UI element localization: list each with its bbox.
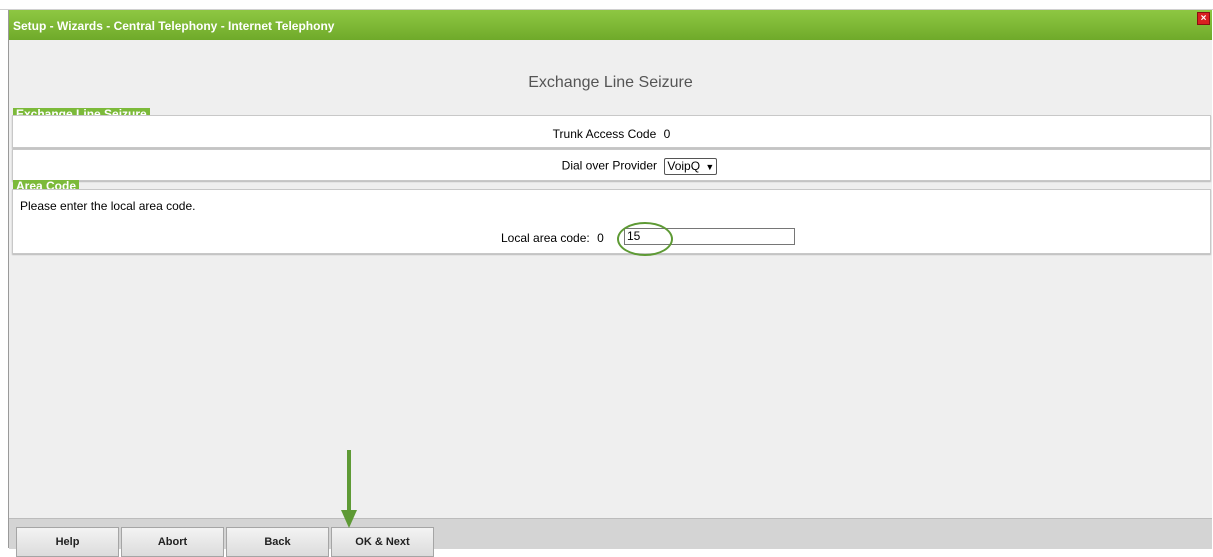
provider-row: Dial over Provider VoipQ ▼ [12, 149, 1211, 181]
trunk-access-row: Trunk Access Code 0 [12, 115, 1211, 148]
trunk-access-value: 0 [663, 127, 671, 141]
area-code-instruction: Please enter the local area code. [20, 199, 196, 213]
trunk-access-label: Trunk Access Code [552, 127, 657, 141]
wizard-window: Setup - Wizards - Central Telephony - In… [8, 10, 1212, 557]
annotation-highlight-ring [617, 222, 673, 256]
help-button[interactable]: Help [16, 527, 119, 557]
area-code-panel: Please enter the local area code. Local … [12, 189, 1211, 256]
provider-select[interactable]: VoipQ ▼ [664, 158, 718, 175]
button-bar: Help Abort Back OK & Next [9, 518, 1212, 557]
back-button[interactable]: Back [226, 527, 329, 557]
provider-selected-value: VoipQ [667, 159, 701, 173]
title-bar: Setup - Wizards - Central Telephony - In… [9, 10, 1212, 40]
provider-label: Dial over Provider [561, 158, 658, 173]
local-area-code-prefix: 0 [597, 231, 604, 245]
ok-next-button[interactable]: OK & Next [331, 527, 434, 557]
local-area-code-label: Local area code: [501, 231, 590, 245]
arrow-down-icon [341, 450, 357, 528]
page-title: Exchange Line Seizure [528, 74, 693, 91]
window-title: Setup - Wizards - Central Telephony - In… [13, 19, 335, 33]
close-icon[interactable]: × [1197, 12, 1210, 25]
background-strip [0, 0, 1213, 10]
abort-button[interactable]: Abort [121, 527, 224, 557]
chevron-down-icon: ▼ [705, 162, 715, 172]
